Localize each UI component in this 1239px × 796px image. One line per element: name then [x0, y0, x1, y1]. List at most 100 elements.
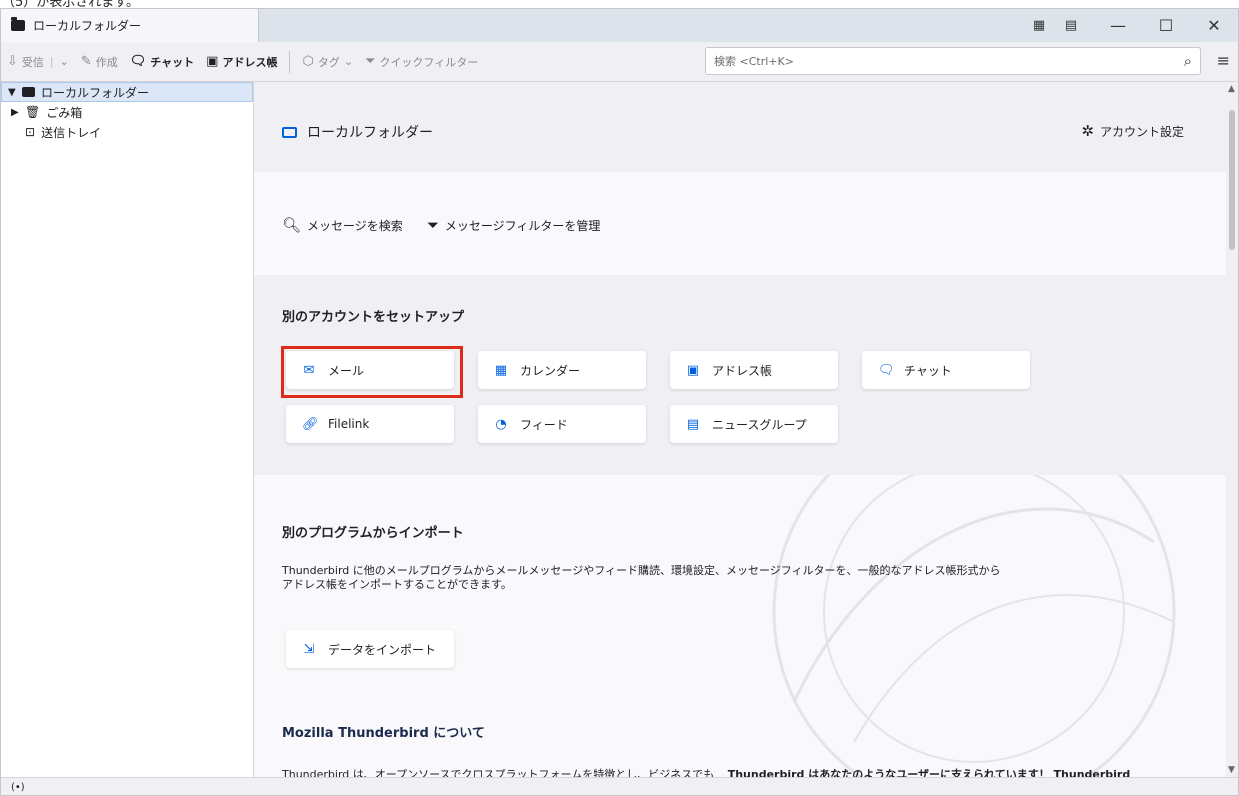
write-button[interactable]: ✎ 作成: [81, 54, 118, 70]
filelink-label: Filelink: [328, 417, 370, 431]
tab-local-folders[interactable]: ローカルフォルダー: [1, 9, 259, 42]
address-book-card[interactable]: ▣ アドレス帳: [670, 351, 838, 389]
manage-filters-button[interactable]: ⏷ メッセージフィルターを管理: [427, 216, 601, 234]
thunderbird-window: ローカルフォルダー ▦ ▤ — ☐ ✕ ⇩ 受信 | ⌄ ✎ 作成 🗨 チャット…: [0, 8, 1239, 796]
close-button[interactable]: ✕: [1190, 9, 1238, 42]
chat-icon: 🗨: [129, 54, 147, 69]
chat-icon: 🗨: [878, 362, 895, 378]
folder-icon: [282, 126, 297, 138]
setup-heading: 別のアカウントをセットアップ: [282, 310, 465, 325]
search-messages-button[interactable]: 🔍︎ メッセージを検索: [282, 216, 403, 234]
newsgroup-button[interactable]: ▤ ニュースグループ: [670, 405, 838, 443]
account-title-text: ローカルフォルダー: [307, 125, 433, 141]
tasks-icon[interactable]: ▤: [1062, 17, 1080, 35]
search-icon: ⌕: [1183, 52, 1192, 70]
manage-filters-label: メッセージフィルターを管理: [444, 218, 601, 233]
scroll-down-icon[interactable]: ▼: [1228, 765, 1235, 775]
download-icon: ⇩: [7, 54, 18, 69]
tab-label: ローカルフォルダー: [33, 19, 142, 33]
import-description: Thunderbird に他のメールプログラムからメールメッセージやフィード購読…: [282, 564, 1001, 591]
search-icon: 🔍︎: [282, 216, 302, 234]
get-messages-label: 受信: [21, 55, 44, 69]
import-data-button[interactable]: ⇲ データをインポート: [286, 630, 454, 668]
folder-icon: [22, 87, 35, 97]
main-toolbar: ⇩ 受信 | ⌄ ✎ 作成 🗨 チャット ▣ アドレス帳 ⬡ タグ ⌄ ⏷ クイ…: [1, 42, 1238, 82]
account-central: ローカルフォルダー ✲ アカウント設定 🔍︎ メッセージを検索 ⏷ メッセージフ…: [254, 82, 1228, 777]
write-label: 作成: [95, 55, 118, 69]
window-controls: ▦ ▤ — ☐ ✕: [1030, 9, 1238, 42]
feed-label: フィード: [520, 417, 568, 432]
top-caption: （5）が表示されます。: [0, 0, 1239, 8]
import-icon: ⇲: [303, 641, 315, 657]
minimize-button[interactable]: —: [1094, 9, 1142, 42]
toolbar-separator: [289, 50, 291, 73]
pencil-icon: ✎: [80, 54, 92, 69]
address-book-button[interactable]: ▣ アドレス帳: [206, 54, 277, 70]
address-book-label: アドレス帳: [222, 55, 278, 69]
calendar-label: カレンダー: [520, 363, 581, 378]
trash-icon: 🗑: [25, 105, 41, 119]
quick-filter-button[interactable]: ⏷ クイックフィルター: [365, 54, 478, 70]
quick-filter-label: クイックフィルター: [379, 55, 479, 69]
newsgroup-label: ニュースグループ: [712, 417, 807, 432]
address-book-card-label: アドレス帳: [712, 363, 773, 378]
scroll-thumb[interactable]: [1229, 110, 1235, 250]
search-input[interactable]: 検索 <Ctrl+K> ⌕: [705, 47, 1201, 75]
rss-icon: ◔: [495, 416, 507, 432]
get-messages-button[interactable]: ⇩ 受信 | ⌄: [7, 54, 69, 70]
chat-card[interactable]: 🗨 チャット: [862, 351, 1030, 389]
search-placeholder: 検索 <Ctrl+K>: [714, 55, 794, 68]
folder-label: ローカルフォルダー: [41, 85, 150, 100]
address-book-icon: ▣: [686, 362, 700, 378]
chevron-right-icon[interactable]: ▶: [11, 107, 25, 118]
about-text-2: Thunderbird はあなたのようなユーザーに支えられています！ Thund…: [727, 768, 1131, 777]
folder-outbox[interactable]: ⊡ 送信トレイ: [1, 122, 253, 142]
chat-button[interactable]: 🗨 チャット: [130, 54, 194, 70]
folder-label: 送信トレイ: [41, 125, 102, 140]
filter-icon: ⏷: [365, 54, 376, 69]
import-button-label: データをインポート: [328, 642, 437, 657]
mail-highlight-box: [281, 346, 463, 398]
account-settings-label: アカウント設定: [1099, 124, 1184, 139]
newsgroup-icon: ▤: [686, 416, 700, 432]
import-heading: 別のプログラムからインポート: [282, 526, 464, 541]
gear-icon: ✲: [1081, 122, 1094, 140]
about-heading: Mozilla Thunderbird について: [282, 726, 485, 741]
account-settings-button[interactable]: ✲ アカウント設定: [1081, 122, 1184, 140]
tag-icon: ⬡: [302, 54, 314, 69]
search-messages-label: メッセージを検索: [307, 218, 403, 233]
chevron-down-icon[interactable]: ⌄: [60, 55, 69, 68]
folder-icon: [11, 17, 25, 31]
filelink-button[interactable]: 🔗︎ Filelink: [286, 405, 454, 443]
calendar-icon[interactable]: ▦: [1030, 17, 1048, 35]
tag-button[interactable]: ⬡ タグ ⌄: [302, 54, 353, 70]
about-text-1: Thunderbird は、オープンソースでクロスプラットフォームを特徴とし、ビ…: [282, 768, 715, 777]
folder-pane: ▼ ローカルフォルダー ▶ 🗑 ごみ箱 ⊡ 送信トレイ: [1, 82, 254, 777]
tag-label: タグ: [317, 55, 340, 69]
calendar-button[interactable]: ▦ カレンダー: [478, 351, 646, 389]
folder-trash[interactable]: ▶ 🗑 ごみ箱: [1, 102, 253, 122]
scroll-up-icon[interactable]: ▲: [1228, 84, 1235, 94]
main-scrollbar[interactable]: ▲ ▼: [1226, 82, 1238, 777]
account-title: ローカルフォルダー: [282, 122, 433, 142]
chevron-down-icon[interactable]: ▼: [8, 87, 22, 98]
feed-button[interactable]: ◔ フィード: [478, 405, 646, 443]
folder-local-folders[interactable]: ▼ ローカルフォルダー: [1, 82, 253, 102]
divider: |: [49, 55, 54, 68]
about-text: Thunderbird は、オープンソースでクロスプラットフォームを特徴とし、ビ…: [282, 766, 1130, 777]
maximize-button[interactable]: ☐: [1142, 9, 1190, 42]
calendar-icon: ▦: [494, 362, 508, 378]
title-bar: ローカルフォルダー ▦ ▤ — ☐ ✕: [1, 9, 1238, 42]
address-book-icon: ▣: [206, 54, 219, 69]
outbox-icon: ⊡: [25, 125, 36, 139]
link-icon: 🔗︎: [302, 416, 319, 432]
folder-label: ごみ箱: [46, 105, 83, 120]
chevron-down-icon: ⌄: [343, 55, 354, 68]
status-bar: (•): [1, 777, 1238, 795]
account-actions: 🔍︎ メッセージを検索 ⏷ メッセージフィルターを管理: [282, 216, 624, 234]
chat-card-label: チャット: [904, 363, 952, 378]
hamburger-menu-icon[interactable]: ≡: [1217, 51, 1230, 70]
activity-icon[interactable]: (•): [11, 782, 25, 793]
filter-icon: ⏷: [426, 216, 439, 234]
chat-label: チャット: [150, 55, 195, 69]
